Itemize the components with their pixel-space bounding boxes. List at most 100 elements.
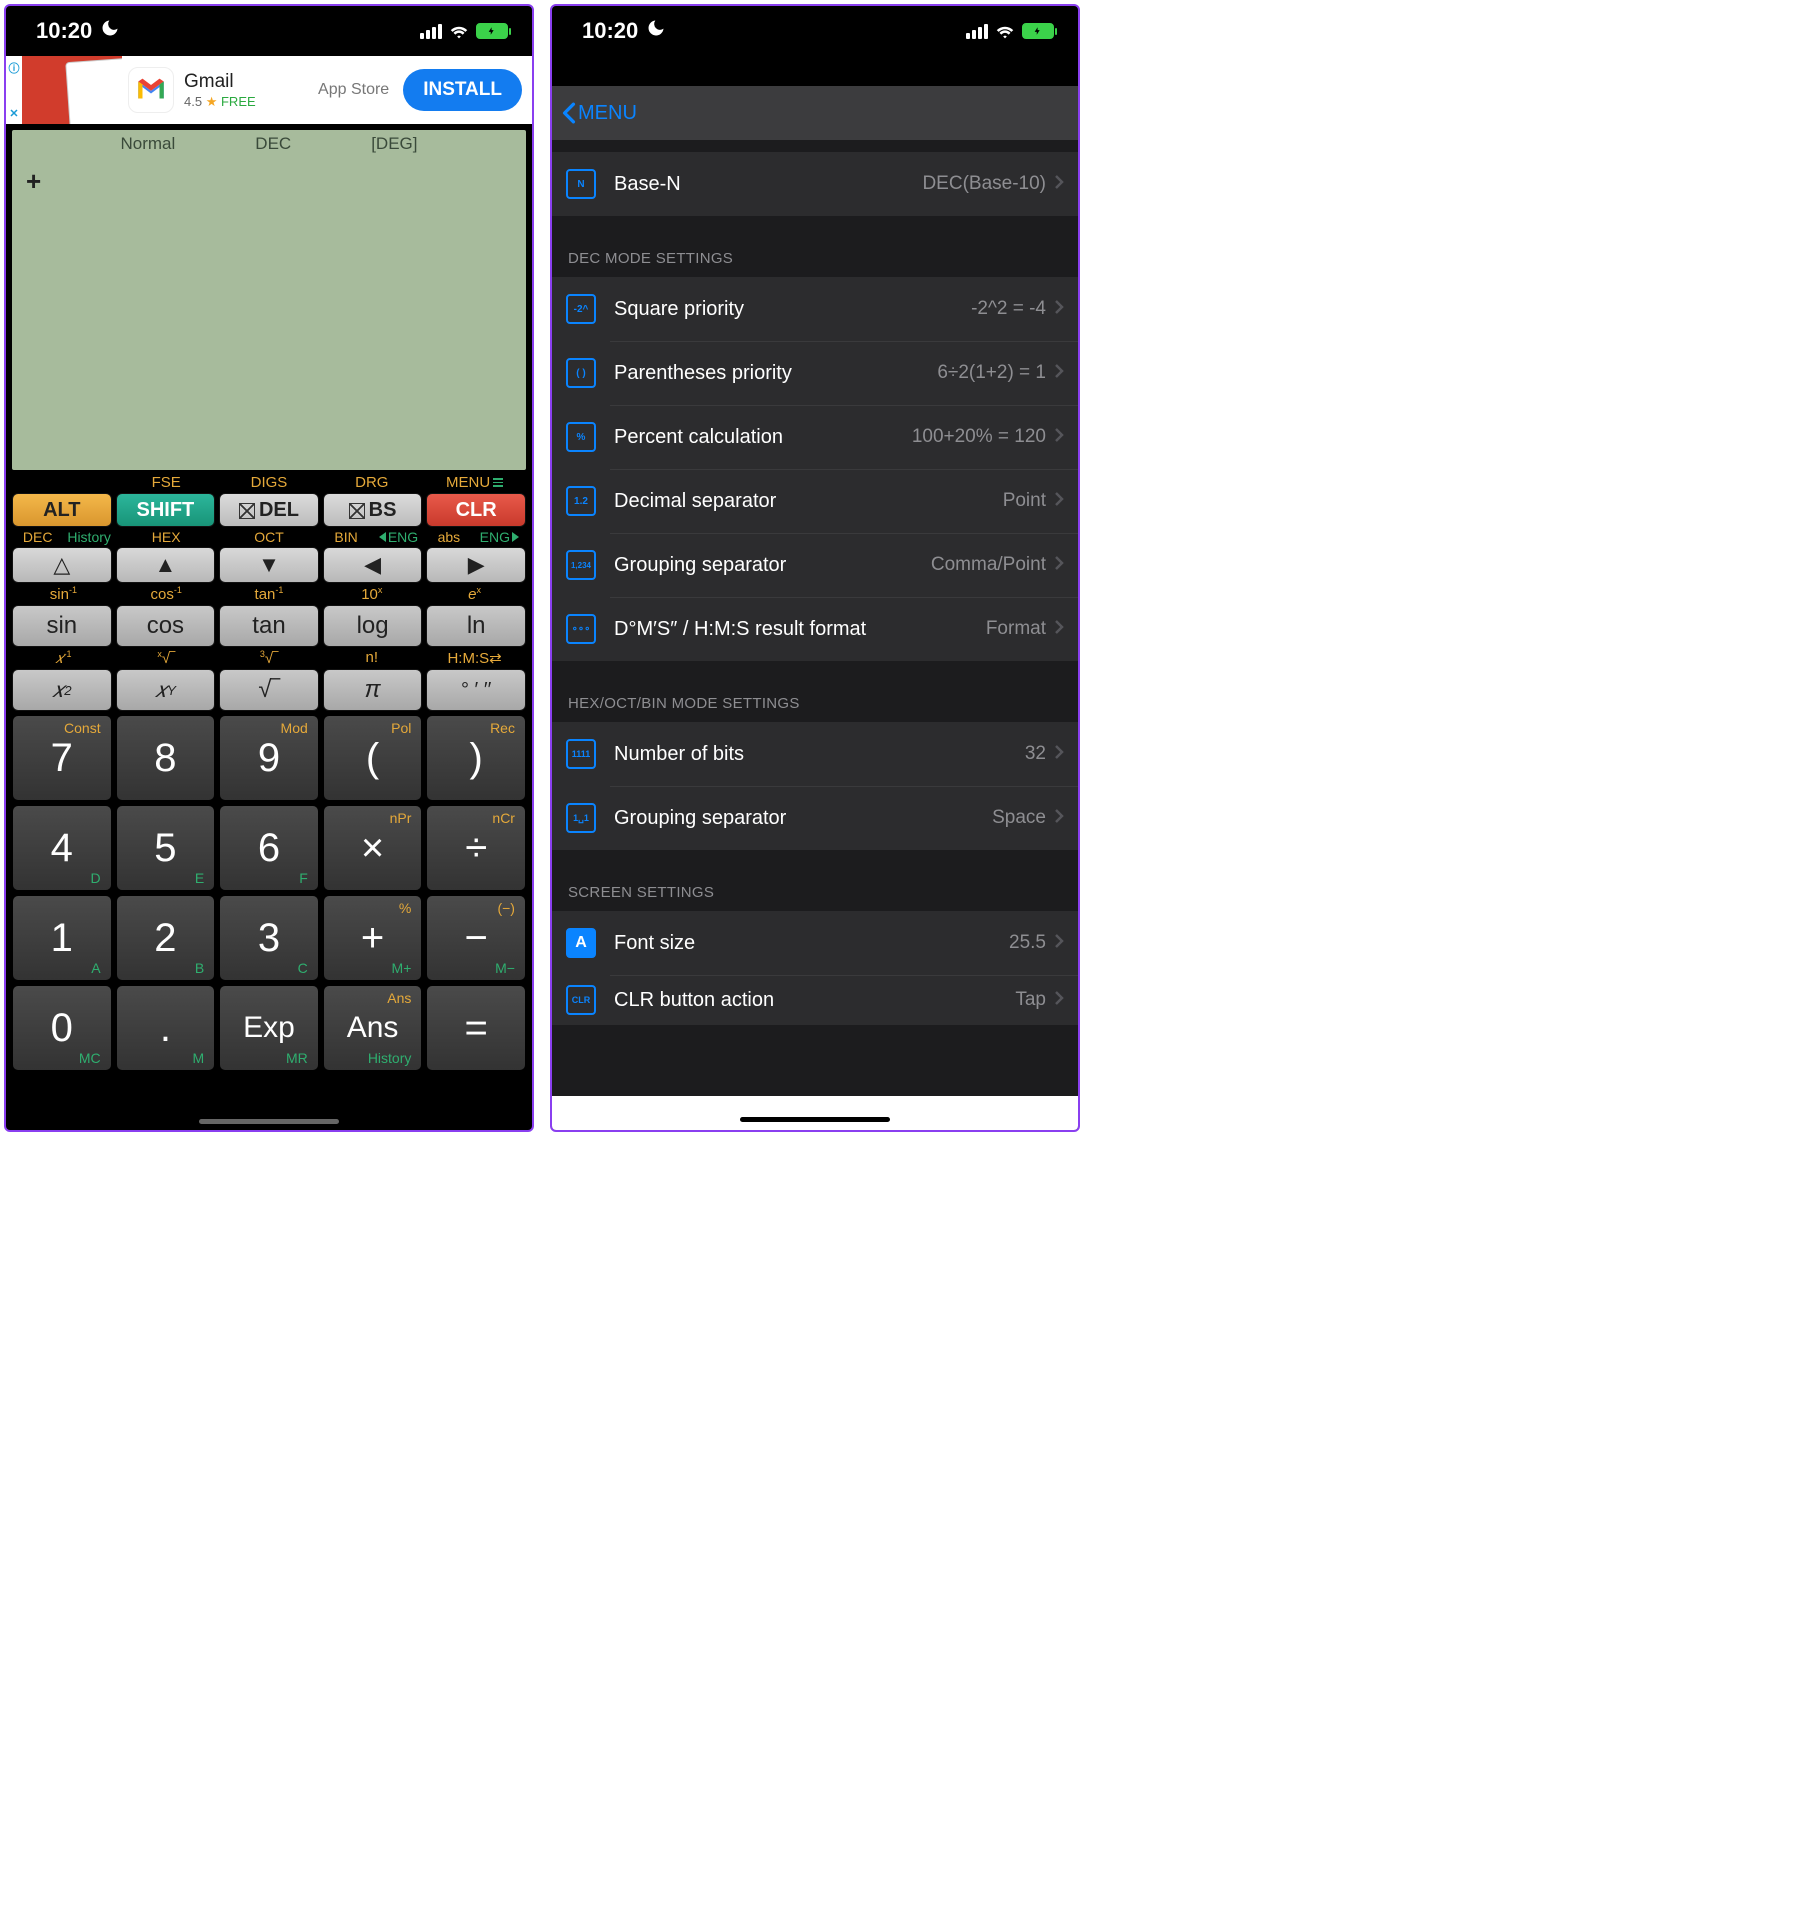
footer [552, 1096, 1078, 1130]
chevron-right-icon [1054, 174, 1064, 195]
down-arrow-key[interactable]: ▼ [219, 547, 319, 583]
ln-key[interactable]: ln [426, 605, 526, 647]
key-9[interactable]: 9Mod [219, 715, 319, 801]
paren-icon: ( ) [566, 358, 596, 388]
section-dec: DEC MODE SETTINGS [552, 216, 1078, 277]
row-square-priority[interactable]: -2^ Square priority -2^2 = -4 [552, 277, 1078, 341]
neg2-icon: -2^ [566, 294, 596, 324]
xy-key[interactable]: 𝑥Y [116, 669, 216, 711]
section-screen: SCREEN SETTINGS [552, 850, 1078, 911]
key-7[interactable]: 7Const [12, 715, 112, 801]
row-paren-priority[interactable]: ( ) Parentheses priority 6÷2(1+2) = 1 [552, 341, 1078, 405]
chevron-right-icon [1054, 427, 1064, 448]
key-4[interactable]: 4D [12, 805, 112, 891]
hex-group-icon: 1␣1 [566, 803, 596, 833]
key-3[interactable]: 3C [219, 895, 319, 981]
shift-key[interactable]: SHIFT [116, 493, 216, 527]
key-1[interactable]: 1A [12, 895, 112, 981]
chevron-right-icon [1054, 299, 1064, 320]
key-5[interactable]: 5E [116, 805, 216, 891]
bs-key[interactable]: BS [323, 493, 423, 527]
chevron-right-icon [1054, 619, 1064, 640]
status-time: 10:20 [36, 18, 92, 44]
n-icon: N [566, 169, 596, 199]
cell-signal-icon [966, 24, 988, 39]
cos-key[interactable]: cos [116, 605, 216, 647]
menu-icon [493, 478, 503, 487]
clr-key[interactable]: CLR [426, 493, 526, 527]
dms-key[interactable]: ° ′ ′′ [426, 669, 526, 711]
key-exp[interactable]: ExpMR [219, 985, 319, 1071]
bits-icon: 1111 [566, 739, 596, 769]
ad-text: Gmail 4.5 ★ FREE [184, 71, 256, 109]
chevron-right-icon [1054, 933, 1064, 954]
row-decimal-sep[interactable]: 1.2 Decimal separator Point [552, 469, 1078, 533]
calculator-screen: 10:20 ⓘ✕ Gmail 4.5 ★ FREE App Store INST… [4, 4, 534, 1132]
settings-screen: 10:20 MENU N Base-N DEC(Base-10) [550, 4, 1080, 1132]
mode-dec: DEC [255, 134, 291, 154]
tan-key[interactable]: tan [219, 605, 319, 647]
key-multiply[interactable]: ×nPr [323, 805, 423, 891]
key-minus[interactable]: −(−)M− [426, 895, 526, 981]
calc-display[interactable]: Normal DEC [DEG] + [12, 130, 526, 470]
row-base-n[interactable]: N Base-N DEC(Base-10) [552, 152, 1078, 216]
sqrt-key[interactable]: √‾ [219, 669, 319, 711]
moon-icon [100, 18, 120, 44]
ad-creative [22, 56, 122, 124]
section-hex: HEX/OCT/BIN MODE SETTINGS [552, 661, 1078, 722]
pi-key[interactable]: π [323, 669, 423, 711]
up-arrow-key[interactable]: ▲ [116, 547, 216, 583]
log-key[interactable]: log [323, 605, 423, 647]
ad-info-icon[interactable]: ⓘ✕ [6, 56, 22, 124]
ad-banner[interactable]: ⓘ✕ Gmail 4.5 ★ FREE App Store INSTALL [6, 56, 532, 124]
key-ans[interactable]: AnsAnsHistory [323, 985, 423, 1071]
font-icon: A [566, 928, 596, 958]
chevron-right-icon [1054, 555, 1064, 576]
row-hex-grouping[interactable]: 1␣1 Grouping separator Space [552, 786, 1078, 850]
install-button[interactable]: INSTALL [403, 69, 522, 111]
key-6[interactable]: 6F [219, 805, 319, 891]
chevron-right-icon [1054, 808, 1064, 829]
row-dms-format[interactable]: ∘∘∘ D°M′S″ / H:M:S result format Format [552, 597, 1078, 661]
key-dot[interactable]: .M [116, 985, 216, 1071]
xsq-key[interactable]: 𝑥2 [12, 669, 112, 711]
gmail-icon [128, 67, 174, 113]
key-8[interactable]: 8 [116, 715, 216, 801]
alt-key[interactable]: ALT [12, 493, 112, 527]
cell-signal-icon [420, 24, 442, 39]
moon-icon [646, 18, 666, 44]
key-equals[interactable]: = [426, 985, 526, 1071]
chevron-right-icon [1054, 990, 1064, 1011]
ad-store-label: App Store [318, 81, 389, 99]
row-percent[interactable]: % Percent calculation 100+20% = 120 [552, 405, 1078, 469]
display-entry: + [26, 166, 41, 197]
key-divide[interactable]: ÷nCr [426, 805, 526, 891]
del-key[interactable]: DEL [219, 493, 319, 527]
wifi-icon [448, 20, 470, 42]
mode-normal: Normal [121, 134, 176, 154]
right-arrow-key[interactable]: ▶ [426, 547, 526, 583]
nav-header: MENU [552, 86, 1078, 140]
key-paren-close[interactable]: )Rec [426, 715, 526, 801]
key-plus[interactable]: +%M+ [323, 895, 423, 981]
battery-charging-icon [1022, 23, 1054, 39]
home-arrow-key[interactable]: △ [12, 547, 112, 583]
key-0[interactable]: 0MC [12, 985, 112, 1071]
back-button[interactable]: MENU [562, 102, 637, 125]
decimal-icon: 1.2 [566, 486, 596, 516]
mode-deg: [DEG] [371, 134, 417, 154]
key-paren-open[interactable]: (Pol [323, 715, 423, 801]
clr-icon: CLR [566, 985, 596, 1015]
chevron-right-icon [1054, 491, 1064, 512]
row-num-bits[interactable]: 1111 Number of bits 32 [552, 722, 1078, 786]
wifi-icon [994, 20, 1016, 42]
status-bar: 10:20 [552, 6, 1078, 56]
row-font-size[interactable]: A Font size 25.5 [552, 911, 1078, 975]
sin-key[interactable]: sin [12, 605, 112, 647]
left-arrow-key[interactable]: ◀ [323, 547, 423, 583]
key-2[interactable]: 2B [116, 895, 216, 981]
home-indicator[interactable] [199, 1119, 339, 1124]
row-grouping-sep[interactable]: 1,234 Grouping separator Comma/Point [552, 533, 1078, 597]
row-clr-action[interactable]: CLR CLR button action Tap [552, 975, 1078, 1025]
home-indicator[interactable] [740, 1117, 890, 1122]
